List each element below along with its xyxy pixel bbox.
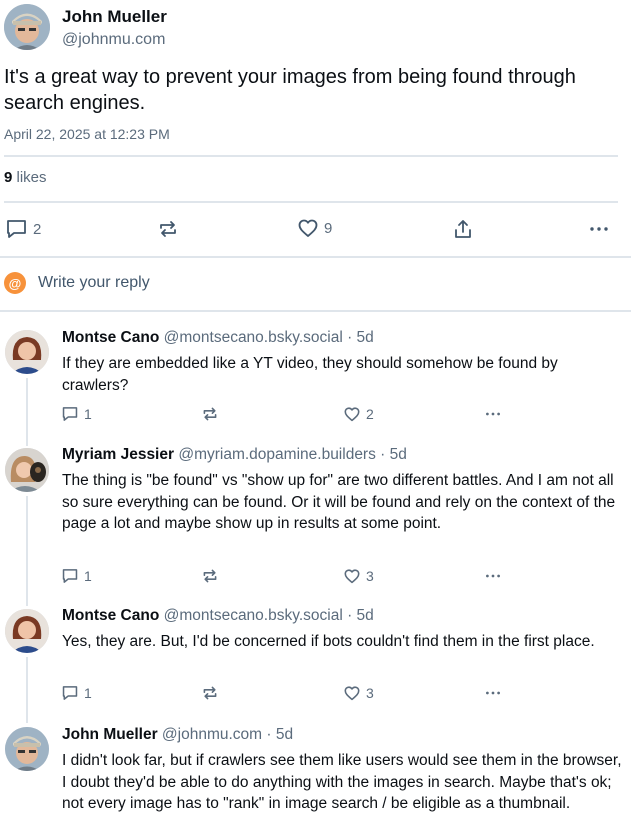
more-icon	[484, 406, 502, 422]
more-options-button[interactable]	[589, 219, 609, 239]
reply-actions: 1 3	[62, 685, 502, 703]
author-name[interactable]: John Mueller	[62, 7, 167, 27]
reply-age: · 5d	[347, 329, 374, 346]
post-text: It's a great way to prevent your images …	[4, 66, 576, 114]
like-count: 3	[366, 568, 374, 584]
share-button[interactable]	[453, 219, 473, 239]
likes-summary[interactable]: 9 likes	[4, 169, 47, 186]
more-icon	[589, 219, 609, 239]
reply-author-handle[interactable]: @johnmu.com	[162, 726, 262, 743]
repost-icon	[202, 568, 218, 584]
reply-button[interactable]: 1	[62, 685, 92, 701]
like-count: 2	[366, 406, 374, 422]
reply-text: Yes, they are. But, I'd be concerned if …	[62, 633, 595, 650]
like-button[interactable]: 2	[344, 406, 374, 422]
reply-icon	[6, 219, 27, 239]
reply-age: · 5d	[347, 607, 374, 624]
repost-button[interactable]	[202, 685, 218, 701]
reply-button[interactable]: 1	[62, 406, 92, 422]
author-handle[interactable]: @johnmu.com	[62, 31, 165, 49]
divider	[4, 201, 618, 203]
repost-button[interactable]	[202, 568, 218, 584]
reply-age: · 5d	[380, 446, 407, 463]
like-button[interactable]: 9	[298, 219, 332, 238]
reply-author-handle[interactable]: @montsecano.bsky.social	[164, 329, 343, 346]
heart-icon	[344, 685, 360, 701]
likes-label: likes	[16, 169, 47, 186]
reply-author-handle[interactable]: @myriam.dopamine.builders	[178, 446, 376, 463]
reply-composer[interactable]: @ Write your reply	[4, 272, 150, 294]
repost-icon	[202, 406, 218, 422]
heart-icon	[298, 219, 318, 238]
reply-text: If they are embedded like a YT video, th…	[62, 355, 558, 394]
divider	[4, 155, 618, 157]
more-options-button[interactable]	[484, 685, 502, 701]
heart-icon	[344, 406, 360, 422]
more-options-button[interactable]	[484, 568, 502, 584]
like-button[interactable]: 3	[344, 685, 374, 701]
repost-icon	[158, 219, 178, 239]
likes-count: 9	[4, 169, 13, 186]
more-options-button[interactable]	[484, 406, 502, 422]
reply-count: 1	[84, 685, 92, 701]
share-icon	[453, 219, 473, 239]
reply-count: 1	[84, 568, 92, 584]
reply-button[interactable]: 1	[62, 568, 92, 584]
reply-header: Montse Cano @montsecano.bsky.social · 5d	[62, 329, 374, 347]
heart-icon	[344, 568, 360, 584]
composer-avatar: @	[4, 272, 26, 294]
reply-actions: 1 2	[62, 406, 502, 424]
reply-author-name[interactable]: John Mueller	[62, 726, 158, 743]
reply-header: Montse Cano @montsecano.bsky.social · 5d	[62, 607, 374, 625]
thread-line	[26, 378, 28, 446]
repost-button[interactable]	[158, 219, 178, 239]
like-count: 9	[324, 220, 333, 237]
reply-text: The thing is "be found" vs "show up for"…	[62, 472, 616, 532]
reply-header: Myriam Jessier @myriam.dopamine.builders…	[62, 446, 407, 464]
reply-author-handle[interactable]: @montsecano.bsky.social	[164, 607, 343, 624]
more-icon	[484, 685, 502, 701]
reply-avatar[interactable]	[5, 727, 49, 771]
reply-icon	[62, 685, 78, 701]
thread-line	[26, 496, 28, 606]
reply-age: · 5d	[266, 726, 294, 743]
reply-author-name[interactable]: Montse Cano	[62, 607, 159, 624]
reply-avatar[interactable]	[5, 609, 49, 653]
divider	[0, 310, 631, 312]
author-avatar[interactable]	[4, 4, 50, 50]
reply-text: I didn't look far, but if crawlers see t…	[62, 752, 622, 812]
reply-avatar[interactable]	[5, 448, 49, 492]
repost-button[interactable]	[202, 406, 218, 422]
reply-count: 1	[84, 406, 92, 422]
reply-icon	[62, 568, 78, 584]
reply-author-name[interactable]: Montse Cano	[62, 329, 159, 346]
reply-icon	[62, 406, 78, 422]
reply-button[interactable]: 2	[6, 219, 41, 239]
more-icon	[484, 568, 502, 584]
divider	[0, 256, 631, 258]
reply-actions: 1 3	[62, 568, 502, 586]
reply-header: John Mueller @johnmu.com · 5d	[62, 726, 293, 744]
reply-input[interactable]: Write your reply	[38, 274, 150, 292]
thread-line	[26, 657, 28, 723]
like-button[interactable]: 3	[344, 568, 374, 584]
reply-avatar[interactable]	[5, 330, 49, 374]
repost-icon	[202, 685, 218, 701]
reply-author-name[interactable]: Myriam Jessier	[62, 446, 174, 463]
like-count: 3	[366, 685, 374, 701]
reply-count: 2	[33, 220, 42, 238]
post-date: April 22, 2025 at 12:23 PM	[4, 126, 170, 142]
